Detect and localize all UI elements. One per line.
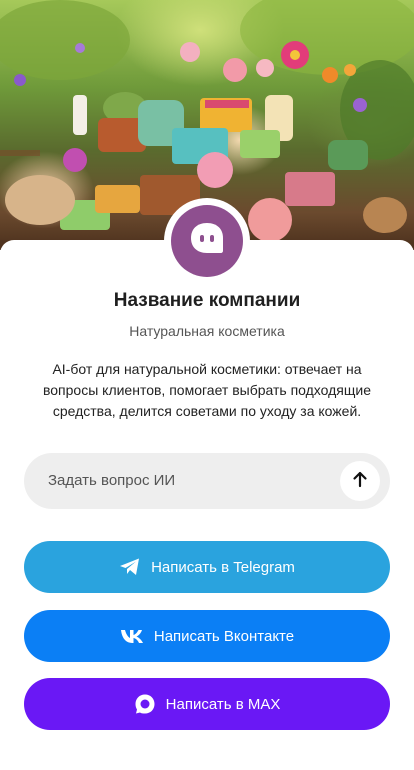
telegram-icon: [119, 557, 141, 577]
arrow-up-icon: [351, 470, 369, 493]
max-icon: [134, 693, 156, 715]
ask-ai-placeholder: Задать вопрос ИИ: [48, 472, 176, 489]
max-button-label: Написать в MAX: [165, 695, 281, 713]
vk-icon: [120, 628, 144, 644]
telegram-button[interactable]: Написать в Telegram: [24, 541, 390, 593]
ask-ai-input[interactable]: Задать вопрос ИИ: [24, 453, 390, 509]
vk-button[interactable]: Написать Вконтакте: [24, 610, 390, 662]
telegram-button-label: Написать в Telegram: [151, 558, 295, 576]
company-category: Натуральная косметика: [129, 323, 285, 339]
vk-button-label: Написать Вконтакте: [153, 627, 295, 645]
company-description: AI-бот для натуральной косметики: отвеча…: [42, 361, 371, 419]
avatar: [171, 205, 243, 277]
send-button[interactable]: [340, 461, 380, 501]
max-button[interactable]: Написать в MAX: [24, 678, 390, 730]
chat-bot-icon: [188, 220, 226, 263]
company-name: Название компании: [113, 290, 301, 311]
